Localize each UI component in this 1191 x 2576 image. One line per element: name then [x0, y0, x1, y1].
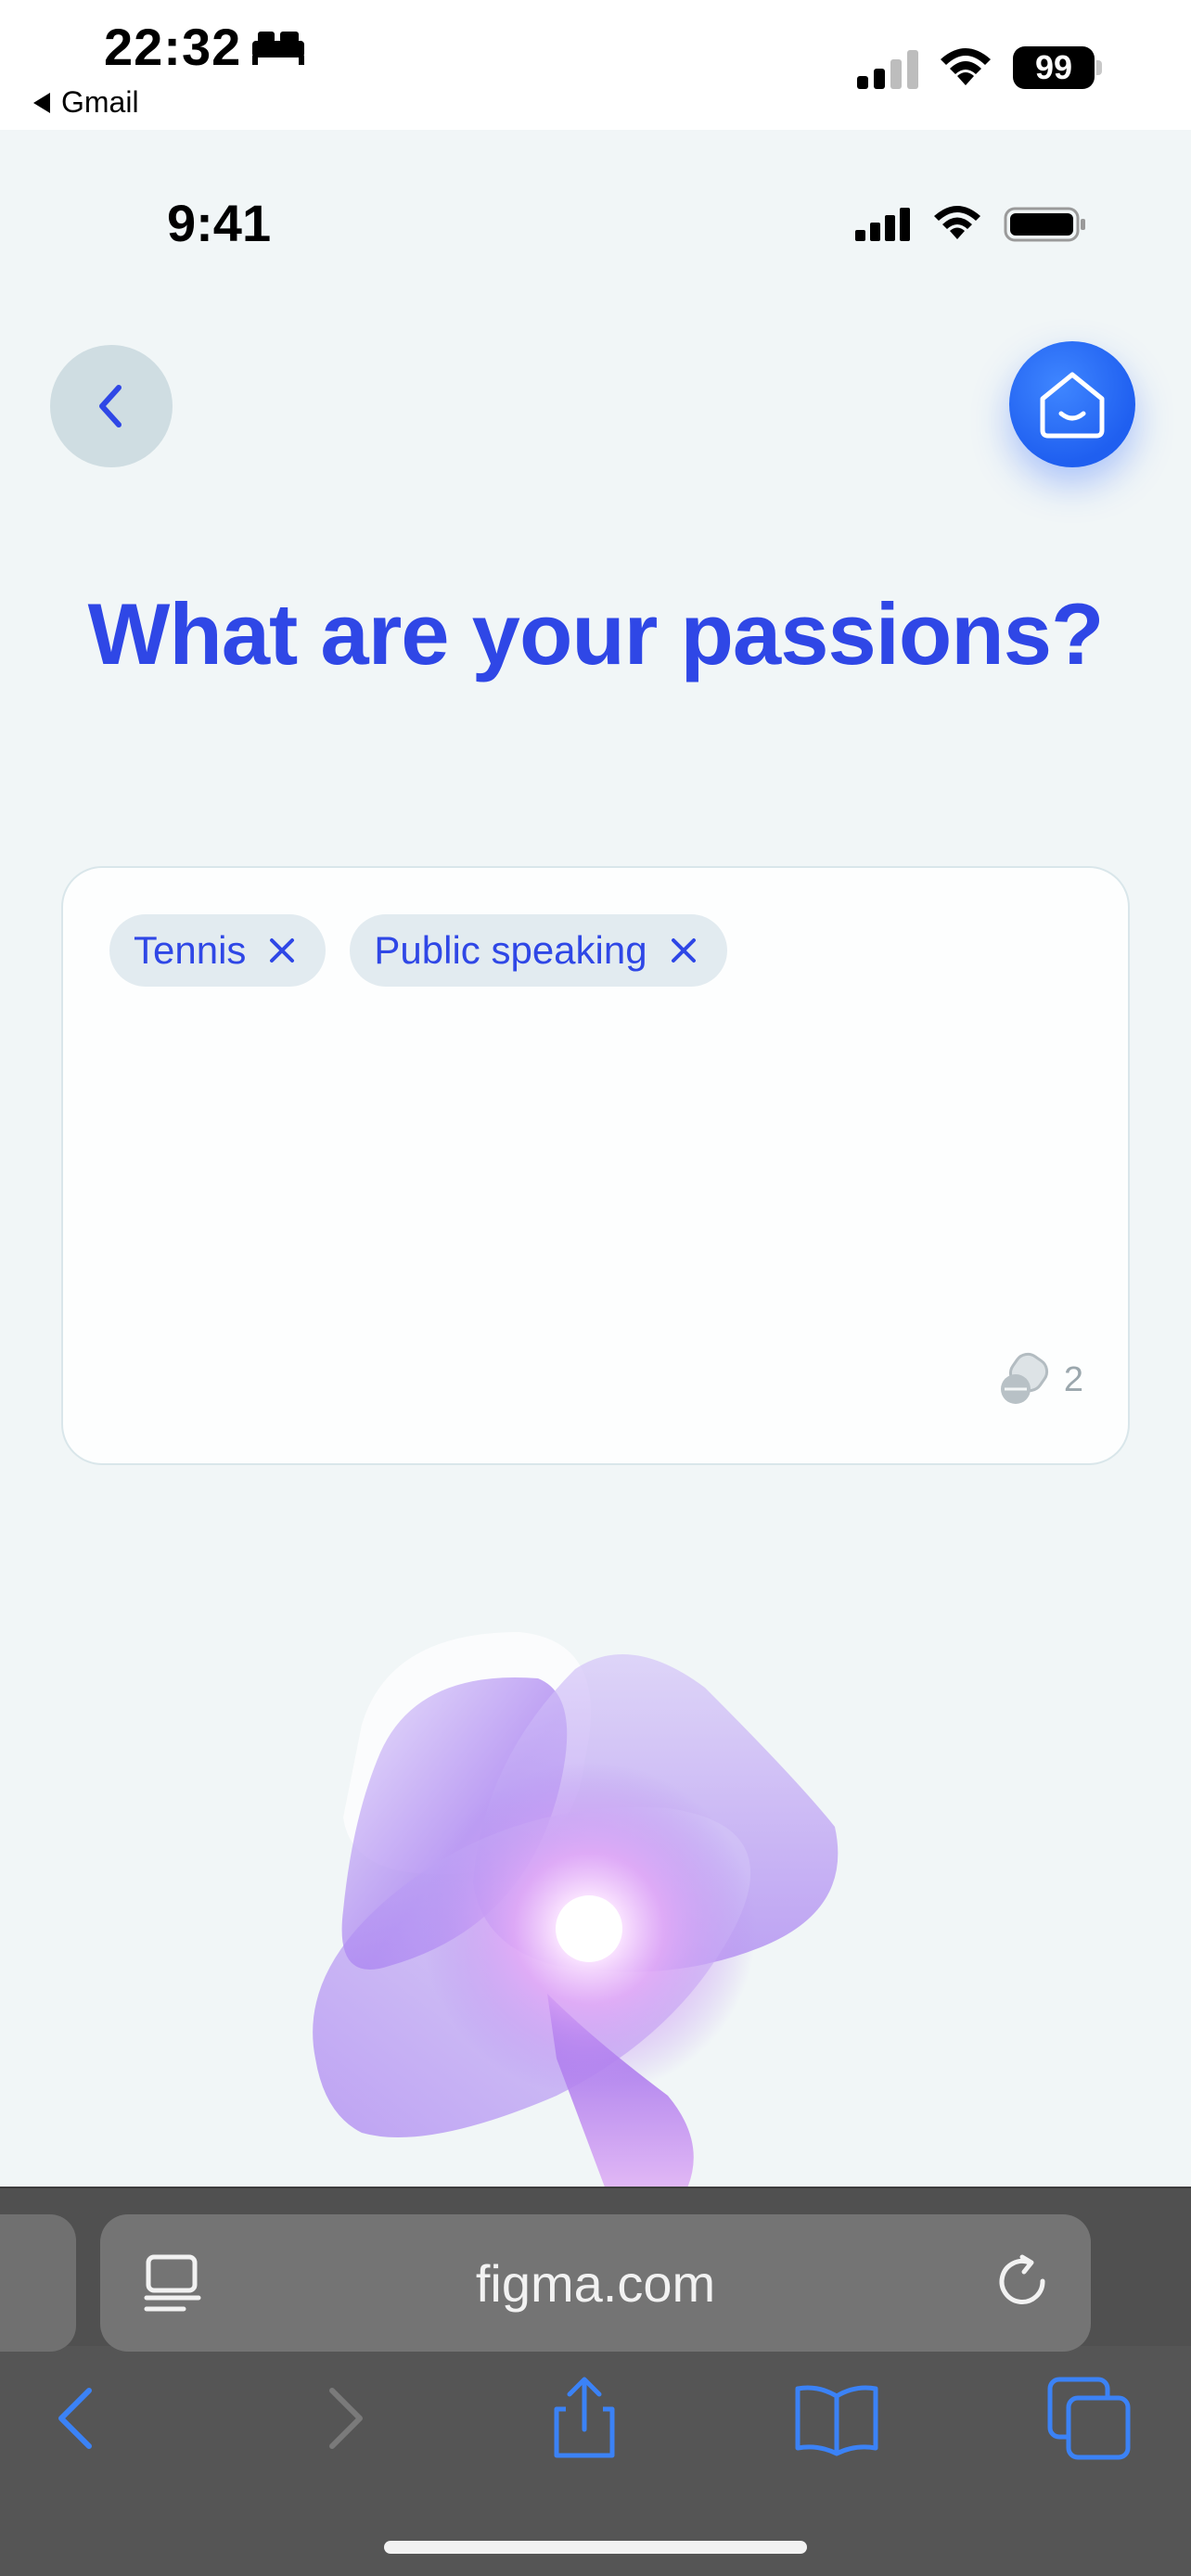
- app-signal-icon: [855, 208, 910, 241]
- previous-tab-preview[interactable]: [0, 2214, 76, 2352]
- app-status-clock: 9:41: [167, 194, 272, 252]
- reload-icon[interactable]: [994, 2253, 1054, 2313]
- battery-level: 99: [1013, 46, 1095, 89]
- back-to-app-link[interactable]: Gmail: [33, 85, 139, 120]
- browser-forward-icon[interactable]: [295, 2372, 388, 2465]
- tabs-icon[interactable]: [1043, 2372, 1135, 2465]
- sleep-bed-icon: [252, 32, 304, 65]
- url-text: figma.com: [475, 2253, 716, 2313]
- tag-count: 2: [995, 1352, 1083, 1408]
- tag-chip-list: Tennis Public speaking: [109, 914, 727, 987]
- remove-tag-icon[interactable]: [266, 935, 298, 966]
- battery-indicator: 99: [1013, 46, 1102, 91]
- remove-tag-icon[interactable]: [668, 935, 699, 966]
- cellular-signal-icon: [857, 50, 918, 89]
- tag-count-number: 2: [1063, 1359, 1083, 1399]
- tag-chip[interactable]: Public speaking: [350, 914, 727, 987]
- wifi-icon: [941, 48, 991, 85]
- app-screen: 9:41 What are your passions? Tennis Publ…: [0, 130, 1191, 2187]
- browser-bottom-bar: figma.com: [0, 2187, 1191, 2576]
- tag-chip-label: Public speaking: [374, 928, 647, 972]
- app-wifi-icon: [934, 206, 980, 239]
- ai-orb-graphic: [313, 1632, 839, 2187]
- share-icon[interactable]: [538, 2372, 631, 2465]
- tags-counter-icon: [1000, 1352, 1048, 1404]
- tag-chip[interactable]: Tennis: [109, 914, 327, 987]
- page-title: What are your passions?: [87, 585, 1105, 682]
- browser-toolbar: [0, 2372, 1191, 2483]
- back-button[interactable]: [50, 345, 173, 467]
- address-bar-area: figma.com: [0, 2187, 1191, 2352]
- browser-back-icon[interactable]: [33, 2372, 126, 2465]
- os-status-bar: 22:32 Gmail 99: [0, 0, 1191, 130]
- chevron-left-icon: [99, 385, 122, 427]
- battery-nub: [1096, 60, 1102, 75]
- tag-chip-label: Tennis: [134, 928, 247, 972]
- app-battery-icon: [1004, 207, 1085, 242]
- os-clock: 22:32: [104, 18, 242, 76]
- smiling-house-icon: [1040, 372, 1105, 439]
- home-indicator[interactable]: [384, 2541, 807, 2554]
- back-triangle-icon: [33, 92, 50, 113]
- back-app-label: Gmail: [61, 85, 139, 119]
- home-assistant-button[interactable]: [1009, 341, 1135, 467]
- bookmarks-icon[interactable]: [790, 2372, 883, 2465]
- address-bar[interactable]: figma.com: [100, 2214, 1091, 2352]
- passions-input[interactable]: Tennis Public speaking 2: [61, 866, 1130, 1465]
